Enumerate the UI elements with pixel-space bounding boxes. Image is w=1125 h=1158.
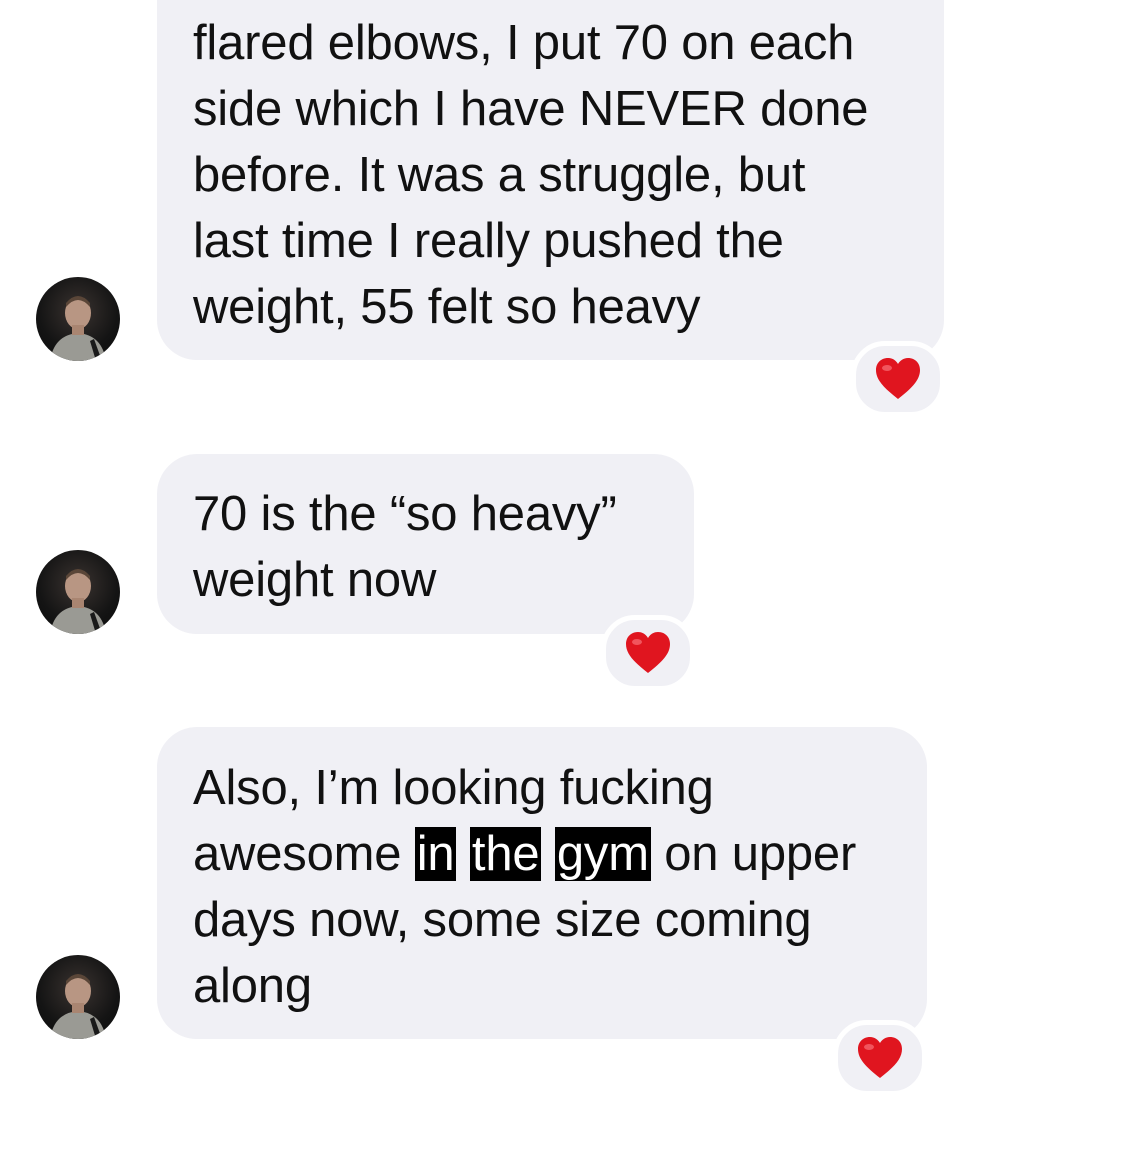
message-line: flared elbows, I put 70 on each (193, 16, 855, 70)
message-line: along (193, 959, 312, 1013)
message-bubble[interactable]: flared elbows, I put 70 on each side whi… (157, 0, 944, 360)
message-text: awesome (193, 827, 415, 881)
selected-text[interactable]: in (414, 827, 457, 881)
message-bubble[interactable]: 70 is the “so heavy” weight now (157, 454, 694, 634)
heart-icon (858, 1037, 902, 1078)
message-line: awesome in the gym on upper (193, 821, 891, 887)
selected-text[interactable]: the (469, 827, 542, 881)
heart-icon (876, 358, 920, 399)
message-line: days now, some size coming (193, 893, 812, 947)
heart-icon (626, 632, 670, 673)
reaction-badge[interactable] (601, 615, 695, 691)
selected-text[interactable]: gym (554, 827, 651, 881)
message-text: on upper (650, 827, 857, 881)
message-line: last time I really pushed the (193, 214, 784, 268)
reaction-badge[interactable] (833, 1020, 927, 1096)
message-line: side which I have NEVER done (193, 82, 869, 136)
message-line: Also, I’m looking fucking (193, 761, 714, 815)
avatar[interactable] (36, 955, 120, 1039)
message-line: before. It was a struggle, but (193, 148, 806, 202)
message-thread: flared elbows, I put 70 on each side whi… (0, 0, 1125, 1158)
message-bubble[interactable]: Also, I’m looking fucking awesome in the… (157, 727, 927, 1039)
message-line: 70 is the “so heavy” (193, 487, 617, 541)
reaction-badge[interactable] (851, 341, 945, 417)
avatar[interactable] (36, 550, 120, 634)
avatar[interactable] (36, 277, 120, 361)
message-line: weight, 55 felt so heavy (193, 280, 701, 334)
message-line: weight now (193, 553, 437, 607)
